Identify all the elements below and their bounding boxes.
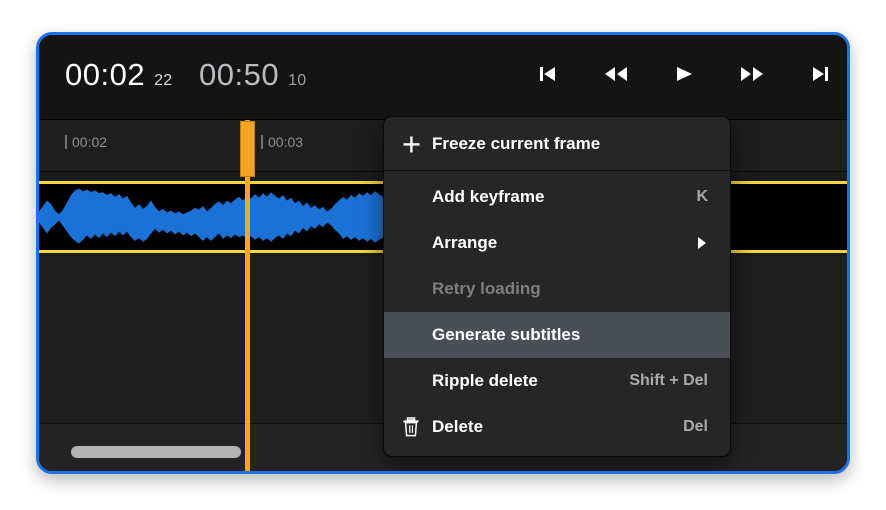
current-timecode[interactable]: 00:02 22 <box>65 57 172 93</box>
skip-to-start-icon[interactable] <box>533 59 563 89</box>
current-timecode-value: 00:02 <box>65 57 145 93</box>
ruler-tick: 00:02 <box>65 134 107 150</box>
total-duration-frames: 10 <box>288 72 306 90</box>
plus-icon <box>402 135 432 154</box>
menu-item-label: Add keyframe <box>432 187 680 207</box>
current-timecode-frames: 22 <box>154 72 172 90</box>
playhead-handle[interactable] <box>240 121 255 177</box>
transport-controls <box>533 59 835 89</box>
ruler-tick: 00:03 <box>261 134 303 150</box>
menu-item-arrange[interactable]: Arrange <box>384 220 730 266</box>
video-editor-window: 00:02 22 00:50 10 <box>36 32 850 474</box>
clip-context-menu: Freeze current frame Add keyframe K Arra… <box>383 116 731 457</box>
skip-to-end-icon[interactable] <box>805 59 835 89</box>
menu-item-shortcut: Shift + Del <box>629 372 708 390</box>
menu-item-shortcut: K <box>696 188 708 206</box>
total-duration-timecode[interactable]: 00:50 10 <box>199 57 306 93</box>
screenshot-root: 00:02 22 00:50 10 <box>0 0 886 510</box>
chevron-right-icon <box>696 236 708 250</box>
menu-item-add-keyframe[interactable]: Add keyframe K <box>384 174 730 220</box>
menu-item-label: Ripple delete <box>432 371 613 391</box>
menu-item-shortcut: Del <box>683 418 708 436</box>
horizontal-scrollbar[interactable] <box>71 446 241 458</box>
menu-item-label: Freeze current frame <box>432 134 708 154</box>
menu-item-ripple-delete[interactable]: Ripple delete Shift + Del <box>384 358 730 404</box>
menu-item-label: Arrange <box>432 233 680 253</box>
menu-item-delete[interactable]: Delete Del <box>384 404 730 450</box>
menu-item-retry-loading: Retry loading <box>384 266 730 312</box>
playback-toolbar: 00:02 22 00:50 10 <box>39 35 847 120</box>
menu-item-label: Generate subtitles <box>432 325 708 345</box>
menu-item-freeze-current-frame[interactable]: Freeze current frame <box>384 121 730 167</box>
total-duration-value: 00:50 <box>199 57 279 93</box>
menu-separator <box>384 170 730 171</box>
rewind-icon[interactable] <box>601 59 631 89</box>
menu-item-label: Delete <box>432 417 667 437</box>
menu-item-generate-subtitles[interactable]: Generate subtitles <box>384 312 730 358</box>
play-icon[interactable] <box>669 59 699 89</box>
fast-forward-icon[interactable] <box>737 59 767 89</box>
menu-item-label: Retry loading <box>432 279 708 299</box>
trash-icon <box>402 417 432 437</box>
